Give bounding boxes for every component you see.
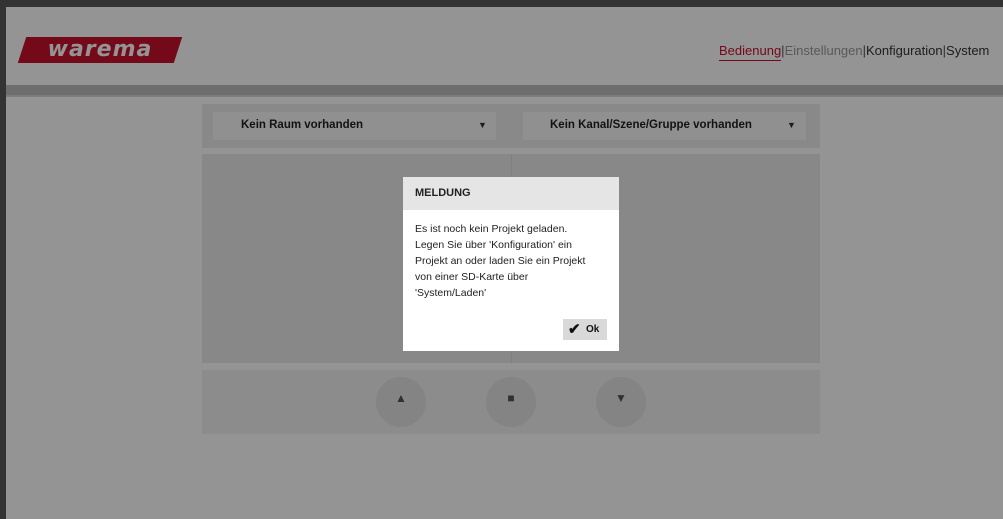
dialog-message-line: 'System/Laden' [415,287,487,299]
dialog-message-line: Legen Sie über 'Konfiguration' ein [415,239,572,251]
app-window: warema Bedienung|Einstellungen|Konfigura… [6,7,1003,519]
ok-button-label: Ok [586,324,600,335]
checkmark-icon: ✔ [568,321,581,338]
dialog-message-line: Es ist noch kein Projekt geladen. [415,223,568,235]
dialog-title: MELDUNG [415,187,471,199]
dialog-message: Es ist noch kein Projekt geladen. Legen … [415,221,615,301]
dialog-header: MELDUNG [403,177,619,210]
dialog-message-line: von einer SD-Karte über [415,271,529,283]
message-dialog: MELDUNG Es ist noch kein Projekt geladen… [403,177,619,351]
dialog-message-line: Projekt an oder laden Sie ein Projekt [415,255,586,267]
ok-button[interactable]: ✔ Ok [563,319,607,340]
